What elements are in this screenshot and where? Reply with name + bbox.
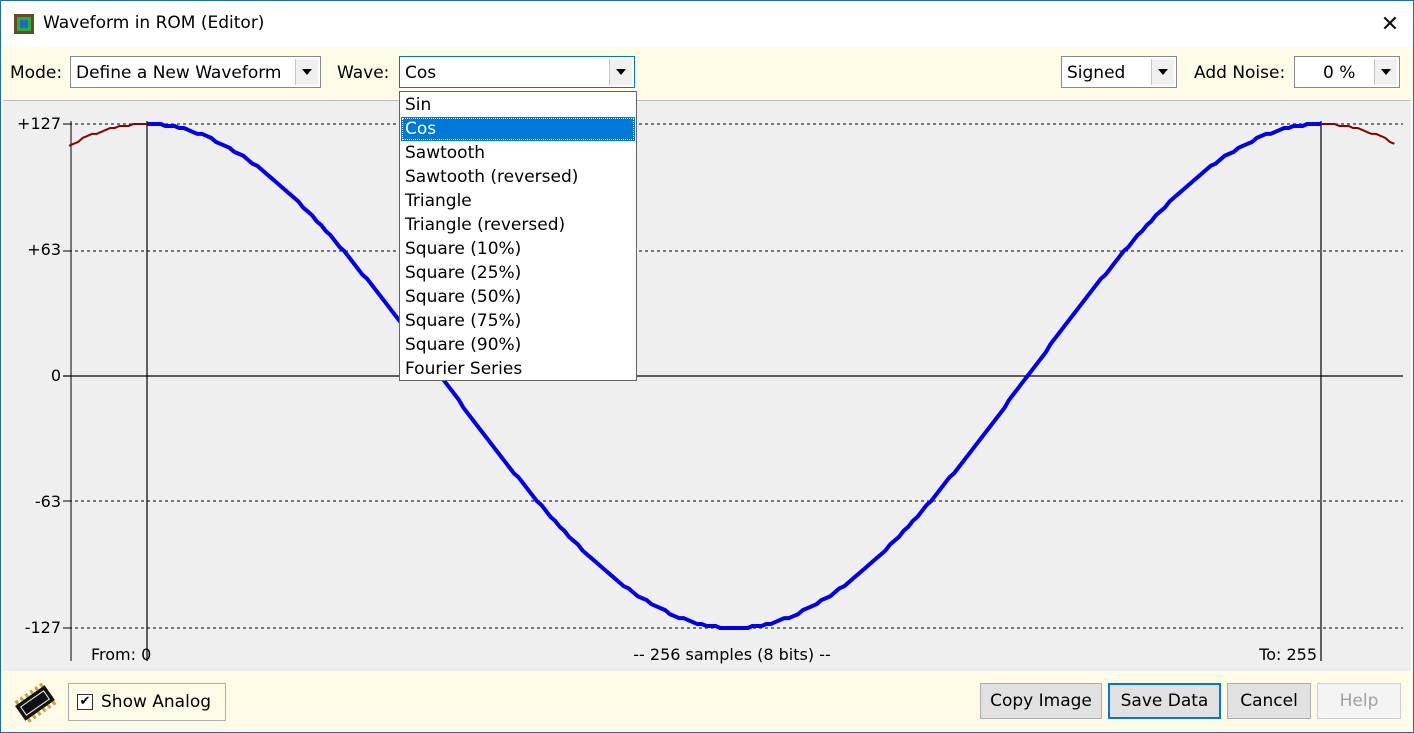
chevron-down-icon[interactable] [609,59,632,85]
chip-app-icon [14,14,34,34]
wave-option[interactable]: Cos [401,117,635,141]
sign-combobox[interactable]: Signed [1061,56,1177,88]
show-analog-label: Show Analog [101,692,212,712]
post-range-waveform [1321,123,1395,145]
y-tick-label: +127 [17,114,61,133]
window-title: Waveform in ROM (Editor) [43,13,265,33]
wave-option[interactable]: Square (75%) [401,309,635,333]
title-bar: Waveform in ROM (Editor) ✕ [1,1,1413,47]
show-analog-toggle[interactable]: ✔ Show Analog [68,683,226,721]
wave-value: Cos [405,63,437,83]
chevron-down-icon[interactable] [1151,59,1174,85]
wave-option[interactable]: Square (25%) [401,261,635,285]
cancel-button[interactable]: Cancel [1227,683,1311,719]
y-tick-label: 0 [51,366,61,385]
wave-option[interactable]: Square (90%) [401,333,635,357]
chip-logo-icon [14,682,57,723]
waveform-canvas[interactable]: +127 +63 0 -63 -127 From: 0 -- 256 sampl… [3,101,1411,671]
editor-window: Waveform in ROM (Editor) ✕ Mode: Define … [0,0,1414,733]
y-tick-label: -63 [35,492,61,511]
save-data-button[interactable]: Save Data [1108,683,1221,719]
to-label: To: 255 [1258,645,1317,664]
wave-option[interactable]: Triangle (reversed) [401,213,635,237]
sign-value: Signed [1067,63,1126,83]
wave-label: Wave: [337,63,390,83]
noise-label: Add Noise: [1194,63,1286,83]
show-analog-checkbox[interactable]: ✔ [77,694,93,710]
from-label: From: 0 [91,645,151,664]
mode-label: Mode: [10,63,63,83]
wave-dropdown-list[interactable]: Sin Cos Sawtooth Sawtooth (reversed) Tri… [399,91,637,381]
chevron-down-icon[interactable] [1374,59,1397,85]
wave-option[interactable]: Triangle [401,189,635,213]
mode-combobox[interactable]: Define a New Waveform [70,56,321,88]
noise-combobox[interactable]: 0 % [1294,56,1400,88]
wave-option[interactable]: Sin [401,93,635,117]
copy-image-button[interactable]: Copy Image [980,683,1102,719]
chevron-down-icon[interactable] [295,59,318,85]
wave-combobox[interactable]: Cos [399,56,635,88]
wave-option[interactable]: Sawtooth [401,141,635,165]
help-button[interactable]: Help [1317,683,1401,719]
wave-option[interactable]: Square (10%) [401,237,635,261]
noise-value: 0 % [1323,63,1356,83]
bottom-bar: ✔ Show Analog Copy Image Save Data Cance… [1,671,1413,732]
wave-option[interactable]: Sawtooth (reversed) [401,165,635,189]
close-button[interactable]: ✕ [1367,1,1413,47]
toolbar: Mode: Define a New Waveform Wave: Cos Si… [1,47,1413,99]
y-tick-label: +63 [27,240,61,259]
wave-option[interactable]: Fourier Series [401,357,635,381]
mode-value: Define a New Waveform [76,63,282,83]
pre-range-waveform [68,123,147,147]
waveform-plot[interactable]: +127 +63 0 -63 -127 From: 0 -- 256 sampl… [3,100,1411,672]
samples-label: -- 256 samples (8 bits) -- [633,645,830,664]
y-tick-label: -127 [25,618,61,637]
wave-option[interactable]: Square (50%) [401,285,635,309]
